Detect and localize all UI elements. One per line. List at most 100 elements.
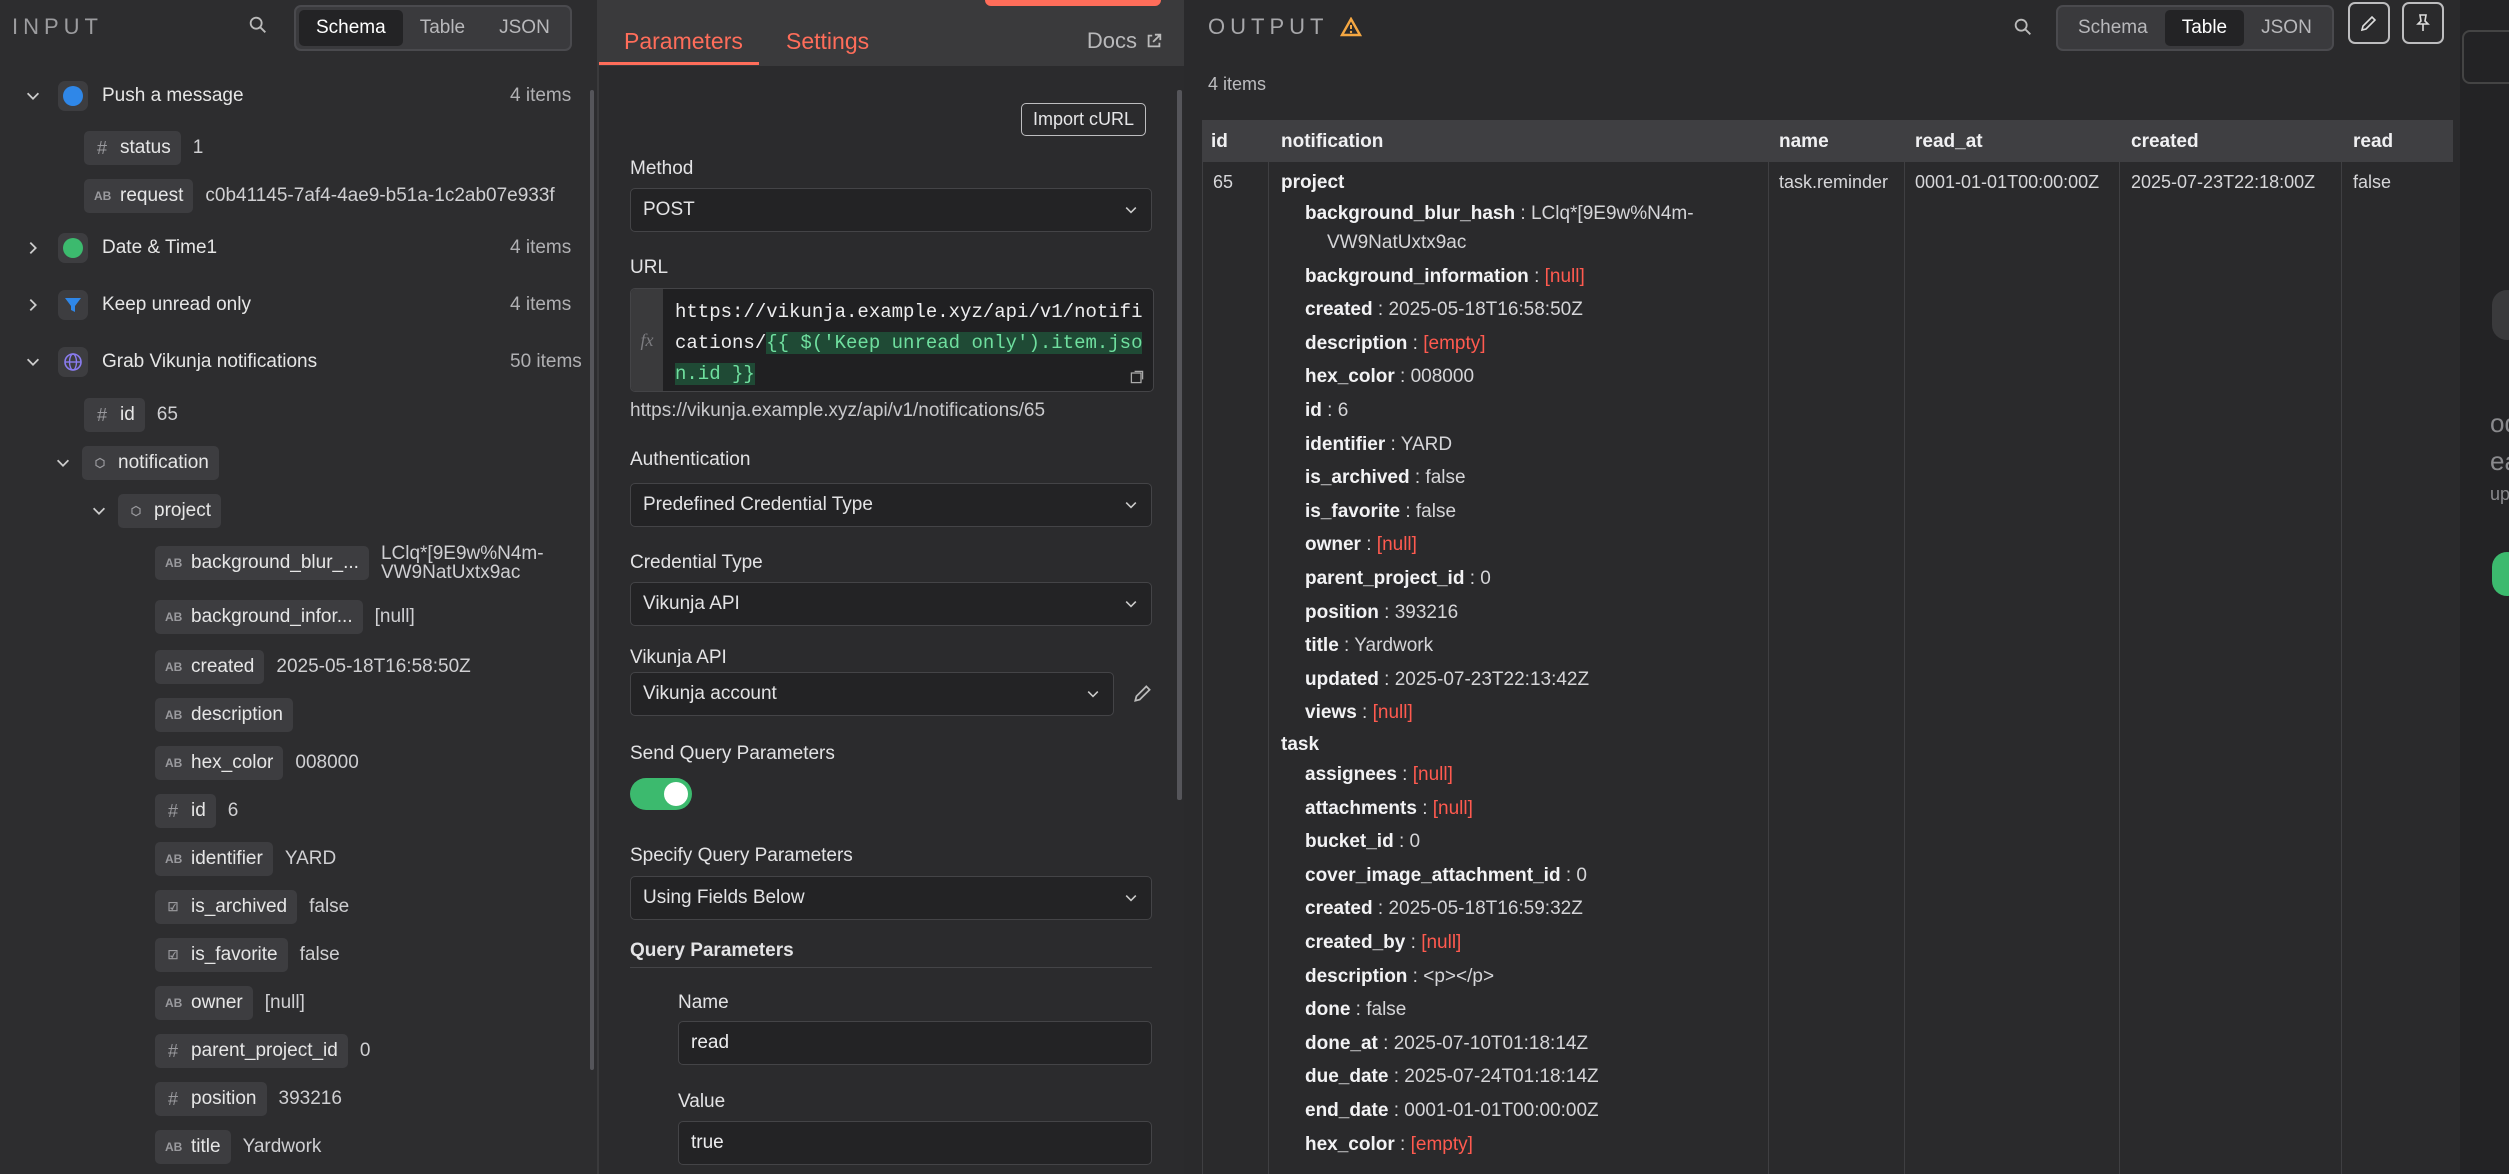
item-count: 4 items	[1208, 74, 1267, 94]
docs-link[interactable]: Docs	[1087, 28, 1163, 54]
field-status[interactable]: # status 1	[84, 131, 203, 165]
project-field[interactable]: AB hex_color 008000	[155, 746, 359, 780]
cell-name: task.reminder	[1779, 172, 1889, 192]
column-divider	[2119, 120, 2120, 1174]
pin-icon	[2416, 14, 2430, 31]
node-keep-unread[interactable]: Keep unread only 4 items	[24, 289, 584, 321]
project-field[interactable]: AB background_blur_... LClq*[9E9w%N4m-VW9N…	[155, 544, 561, 582]
kv-row: created_by : [null]	[1305, 932, 1462, 953]
chevron-down-icon[interactable]	[90, 502, 108, 520]
input-view-switcher: Schema Table JSON	[294, 5, 572, 51]
project-field[interactable]: AB title Yardwork	[155, 1130, 321, 1164]
tab-parameters[interactable]: Parameters	[624, 28, 743, 55]
adjacent-panel-edge: oda ea upd	[2460, 0, 2509, 1174]
specify-query-select[interactable]: Using Fields Below	[630, 876, 1152, 920]
col-read-at[interactable]: read_at	[1915, 131, 1983, 153]
output-tab-json[interactable]: JSON	[2244, 10, 2329, 46]
url-label: URL	[630, 257, 669, 278]
method-select[interactable]: POST	[630, 188, 1152, 232]
number-type-icon: #	[167, 1088, 178, 1109]
chevron-down-icon[interactable]	[54, 454, 72, 472]
cell-read-at: 0001-01-01T00:00:00Z	[1915, 172, 2100, 192]
kv-continuation: VW9NatUxtx9ac	[1327, 232, 1467, 253]
col-created[interactable]: created	[2131, 131, 2199, 153]
specify-query-label: Specify Query Parameters	[630, 845, 853, 866]
project-field[interactable]: AB description	[155, 698, 305, 732]
input-tab-schema[interactable]: Schema	[299, 10, 403, 46]
import-curl-button[interactable]: Import cURL	[1021, 103, 1147, 136]
chevron-down-icon	[1125, 895, 1137, 902]
col-name[interactable]: name	[1779, 131, 1829, 153]
output-tab-schema[interactable]: Schema	[2061, 10, 2165, 46]
col-read[interactable]: read	[2353, 131, 2393, 153]
chevron-down-icon[interactable]	[24, 353, 42, 371]
external-link-icon	[1147, 33, 1162, 48]
kv-row: description : <p></p>	[1305, 965, 1495, 987]
warning-icon	[1340, 17, 1363, 37]
project-field[interactable]: ☑ is_archived false	[155, 890, 349, 924]
kv-row: due_date : 2025-07-24T01:18:14Z	[1305, 1066, 1599, 1088]
project-field[interactable]: AB created 2025-05-18T16:58:50Z	[155, 650, 471, 684]
input-tab-json[interactable]: JSON	[482, 10, 567, 46]
cell-read: false	[2353, 172, 2392, 192]
node-date-time[interactable]: Date & Time1 4 items	[24, 232, 584, 264]
chevron-right-icon[interactable]	[24, 239, 42, 257]
chevron-down-icon	[1125, 502, 1137, 509]
col-id[interactable]: id	[1211, 131, 1228, 153]
node-push-message[interactable]: Push a message 4 items	[24, 80, 584, 112]
string-type-icon: AB	[165, 1140, 183, 1154]
qp-name-input[interactable]: read	[678, 1021, 1152, 1065]
search-icon[interactable]	[2012, 16, 2034, 38]
project-field[interactable]: # position 393216	[155, 1082, 342, 1116]
string-type-icon: AB	[165, 756, 183, 770]
kv-row: hex_color : 008000	[1305, 366, 1475, 388]
search-icon[interactable]	[247, 14, 269, 36]
node-grab-vikunja[interactable]: Grab Vikunja notifications 50 items	[24, 346, 584, 378]
kv-row: identifier : YARD	[1305, 433, 1453, 455]
expand-icon[interactable]	[1129, 369, 1145, 385]
cred-type-select[interactable]: Vikunja API	[630, 582, 1152, 626]
output-view-switcher: Schema Table JSON	[2056, 5, 2334, 51]
send-query-toggle[interactable]	[630, 778, 692, 810]
pin-output-button[interactable]	[2402, 2, 2444, 44]
auth-label: Authentication	[630, 449, 751, 470]
kv-row: background_information : [null]	[1305, 265, 1585, 287]
kv-row: created : 2025-05-18T16:59:32Z	[1305, 898, 1583, 920]
project-field[interactable]: # parent_project_id 0	[155, 1034, 370, 1068]
edit-output-button[interactable]	[2348, 2, 2390, 44]
toggle-knob	[664, 782, 688, 806]
chevron-right-icon[interactable]	[24, 296, 42, 314]
number-type-icon: #	[96, 404, 107, 425]
project-field[interactable]: AB identifier YARD	[155, 842, 336, 876]
output-title: OUTPUT	[1208, 14, 1363, 40]
params-scrollbar[interactable]	[1177, 90, 1182, 800]
chevron-down-icon[interactable]	[24, 87, 42, 105]
project-field[interactable]: AB background_infor... [null]	[155, 600, 415, 634]
execute-button-edge[interactable]	[985, 0, 1161, 6]
project-field[interactable]: # id 6	[155, 794, 238, 828]
field-id[interactable]: # id 65	[84, 398, 178, 432]
qp-name-label: Name	[678, 992, 729, 1013]
input-scrollbar[interactable]	[590, 90, 594, 1070]
auth-select[interactable]: Predefined Credential Type	[630, 483, 1152, 527]
field-project[interactable]: ⬡ project	[90, 494, 222, 528]
project-field[interactable]: ☑ is_favorite false	[155, 938, 340, 972]
url-expression-input[interactable]: fx https://vikunja.example.xyz/api/v1/no…	[630, 288, 1154, 392]
field-request[interactable]: AB request c0b41145-7af4-4ae9-b51a-1c2ab0…	[84, 179, 555, 213]
edit-credential-icon[interactable]	[1132, 682, 1154, 704]
url-preview: https://vikunja.example.xyz/api/v1/notif…	[630, 400, 1046, 421]
kv-row: attachments : [null]	[1305, 797, 1473, 819]
input-tab-table[interactable]: Table	[403, 10, 482, 46]
field-notification[interactable]: ⬡ notification	[54, 446, 219, 480]
section-project: project	[1281, 172, 1345, 193]
project-field[interactable]: AB owner [null]	[155, 986, 305, 1020]
kv-row: id : 6	[1305, 400, 1349, 421]
column-divider	[2341, 120, 2342, 1174]
col-notification[interactable]: notification	[1281, 131, 1383, 153]
qp-value-input[interactable]: true	[678, 1121, 1152, 1165]
clock-icon	[58, 233, 88, 263]
push-node-icon	[58, 81, 88, 111]
output-tab-table[interactable]: Table	[2164, 10, 2245, 46]
vikunja-account-select[interactable]: Vikunja account	[630, 672, 1114, 716]
tab-settings[interactable]: Settings	[786, 28, 869, 55]
